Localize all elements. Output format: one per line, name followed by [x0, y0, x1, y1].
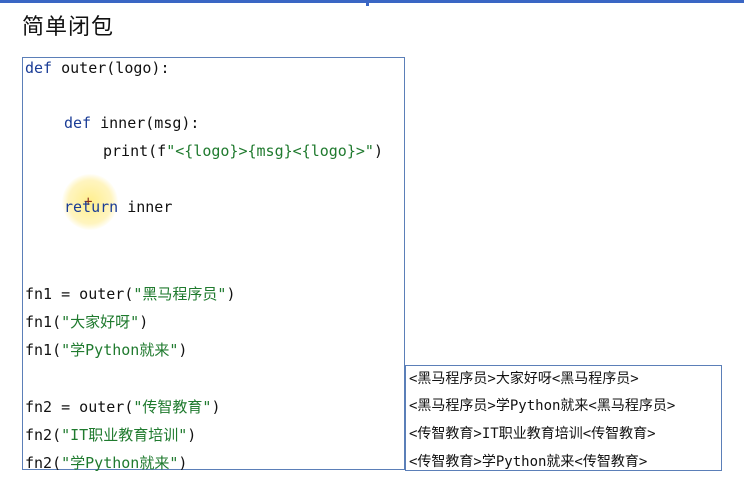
code-text: ) — [178, 454, 188, 472]
code-keyword: return — [64, 198, 119, 216]
top-accent-bar — [0, 0, 744, 3]
code-text: ) — [226, 285, 236, 303]
code-text: inner(msg): — [91, 114, 200, 132]
code-text: fn1( — [25, 341, 62, 359]
code-line-fn1-call-1: fn1("大家好呀") — [25, 311, 148, 332]
page-title: 简单闭包 — [22, 15, 115, 40]
code-line-fn2-assign: fn2 = outer("传智教育") — [25, 396, 220, 417]
code-string: "学Python就来" — [61, 454, 179, 472]
code-string: "传智教育" — [133, 398, 212, 416]
code-text: ) — [211, 398, 221, 416]
code-block: + def outer(logo): def inner(msg): print… — [22, 57, 405, 473]
output-line: <黑马程序员>学Python就来<黑马程序员> — [409, 398, 676, 414]
output-panel: <黑马程序员>大家好呀<黑马程序员> <黑马程序员>学Python就来<黑马程序… — [405, 365, 722, 471]
code-text: outer(logo): — [52, 59, 170, 77]
code-line-fn1-assign: fn1 = outer("黑马程序员") — [25, 283, 235, 304]
output-line: <传智教育>IT职业教育培训<传智教育> — [409, 426, 656, 442]
code-line-print: print(f"<{logo}>{msg}<{logo}>") — [103, 142, 383, 160]
code-text: fn1( — [25, 313, 62, 331]
code-text: ) — [178, 341, 188, 359]
code-keyword: def — [25, 59, 53, 77]
code-text: fn2( — [25, 454, 62, 472]
code-text: ) — [187, 426, 197, 444]
code-line-fn2-call-1: fn2("IT职业教育培训") — [25, 424, 196, 445]
code-text: fn2 = outer( — [25, 398, 134, 416]
output-line: <黑马程序员>大家好呀<黑马程序员> — [409, 371, 639, 387]
code-string: "学Python就来" — [61, 341, 179, 359]
output-line: <传智教育>学Python就来<传智教育> — [409, 454, 648, 470]
code-text: fn2( — [25, 426, 62, 444]
code-line-def-inner: def inner(msg): — [64, 114, 199, 132]
code-string: "黑马程序员" — [133, 285, 227, 303]
code-line-fn2-call-2: fn2("学Python就来") — [25, 452, 187, 473]
code-text: print(f — [103, 142, 167, 160]
code-line-return: return inner — [64, 198, 172, 216]
top-accent-marker — [366, 0, 369, 6]
code-text: inner — [118, 198, 173, 216]
code-line-fn1-call-2: fn1("学Python就来") — [25, 339, 187, 360]
code-text: ) — [139, 313, 149, 331]
code-text: ) — [373, 142, 383, 160]
code-text: fn1 = outer( — [25, 285, 134, 303]
code-string: "IT职业教育培训" — [61, 426, 188, 444]
code-line-def-outer: def outer(logo): — [25, 59, 170, 77]
code-string: "<{logo}>{msg}<{logo}>" — [166, 142, 374, 160]
code-keyword: def — [64, 114, 92, 132]
code-string: "大家好呀" — [61, 313, 140, 331]
